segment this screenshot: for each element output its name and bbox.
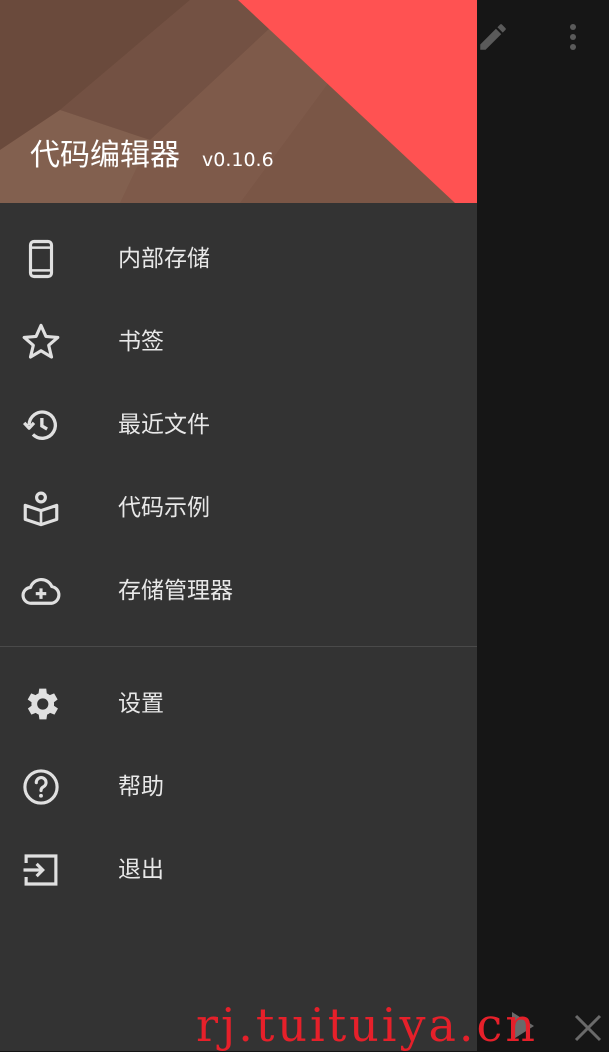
star-icon [20,321,62,363]
menu-item-label: 帮助 [118,774,164,800]
gear-icon [20,683,62,725]
menu-item-label: 退出 [118,857,164,883]
close-icon[interactable] [570,1010,606,1046]
menu-item-storage-manager[interactable]: 存储管理器 [0,551,477,631]
exit-icon [20,849,62,891]
menu-item-label: 内部存储 [118,246,210,272]
drawer-header: 代码编辑器 v0.10.6 [0,0,477,203]
menu-item-recent-files[interactable]: 最近文件 [0,385,477,465]
edit-icon[interactable] [476,20,510,54]
menu-item-exit[interactable]: 退出 [0,830,477,910]
menu-item-settings[interactable]: 设置 [0,664,477,744]
watermark: rj.tuituiya.cn [196,998,538,1052]
menu-item-code-examples[interactable]: 代码示例 [0,468,477,548]
menu-item-label: 存储管理器 [118,578,233,604]
menu-item-bookmarks[interactable]: 书签 [0,302,477,382]
menu-item-label: 设置 [118,691,164,717]
navigation-drawer: 代码编辑器 v0.10.6 内部存储 书签 最近文件 代码示例 存储管理器 设置… [0,0,477,1051]
phone-icon [20,238,62,280]
menu-item-label: 书签 [118,329,164,355]
app-version: v0.10.6 [202,149,274,171]
history-icon [20,404,62,446]
menu-item-internal-storage[interactable]: 内部存储 [0,219,477,299]
menu-divider [0,646,477,647]
menu-item-label: 最近文件 [118,412,210,438]
app-title: 代码编辑器 [30,138,180,173]
help-circle-icon [20,766,62,808]
cloud-add-icon [20,570,62,612]
book-person-icon [20,487,62,529]
menu-item-label: 代码示例 [118,495,210,521]
more-vert-icon[interactable] [560,20,586,54]
menu-item-help[interactable]: 帮助 [0,747,477,827]
